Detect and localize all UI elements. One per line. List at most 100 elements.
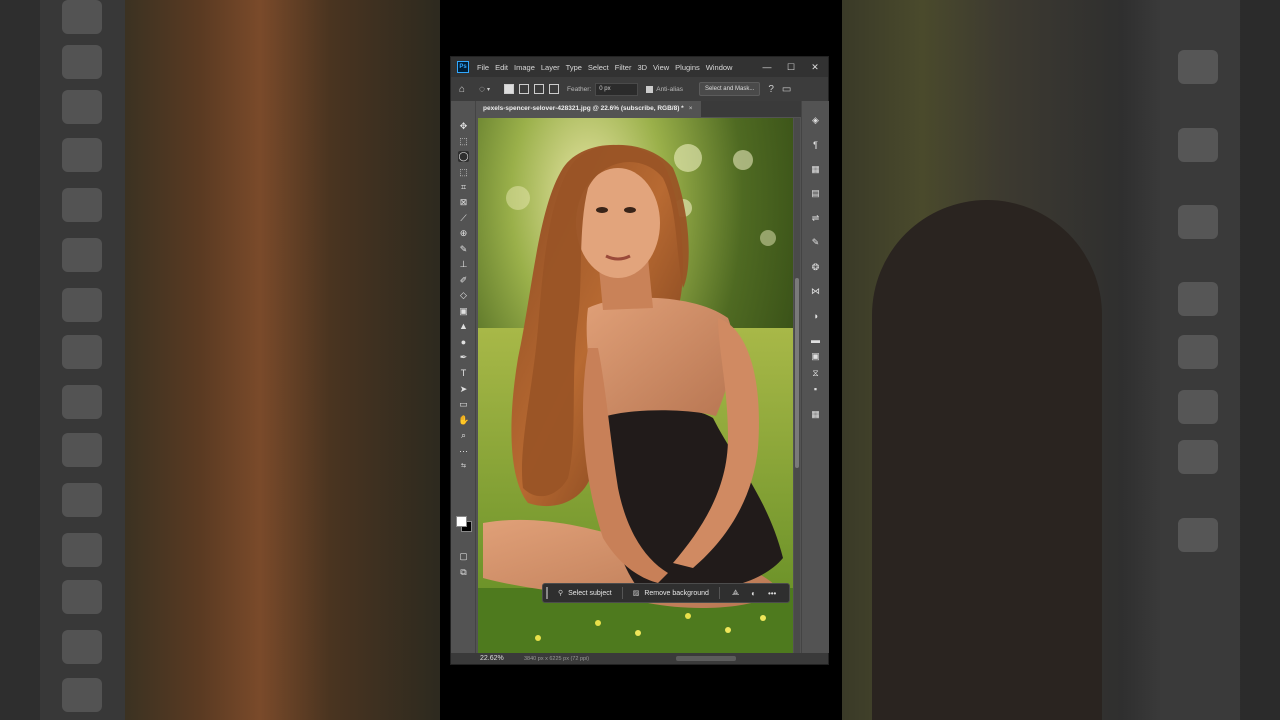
blur-tool-icon[interactable]: ▲ [458,321,469,332]
menu-3d[interactable]: 3D [637,63,647,72]
marquee-tool-icon[interactable]: ⬚ [458,136,469,147]
gradient-tool-icon[interactable]: ▣ [458,306,469,317]
backdrop-toolbar-zoomed [40,0,125,720]
maximize-button[interactable]: ☐ [784,62,798,73]
menu-view[interactable]: View [653,63,669,72]
comments-icon[interactable]: ▬ [810,335,821,346]
menu-select[interactable]: Select [588,63,609,72]
image-icon: ▨ [632,590,640,597]
color-palette-icon[interactable]: ❂ [810,262,821,273]
eyedropper-tool-icon[interactable]: ⟋ [458,213,469,224]
more-tools-icon[interactable]: ⋯ [458,446,469,457]
foreground-color-swatch[interactable] [456,516,467,527]
dodge-tool-icon[interactable]: ● [458,337,469,348]
lasso-icon[interactable]: ◌ [479,84,485,95]
document-dimensions: 3840 px x 6225 px (72 ppi) [524,655,590,662]
select-and-mask-button[interactable]: Select and Mask... [698,82,761,96]
photo-image [478,118,793,653]
tab-close-icon[interactable]: × [689,105,693,112]
layers-icon[interactable]: ◈ [810,115,821,126]
divider [718,587,720,599]
menu-image[interactable]: Image [514,63,535,72]
history-icon[interactable]: ⧖ [810,368,821,379]
vertical-scrollbar[interactable] [794,118,800,653]
zoom-level[interactable]: 22.62% [480,655,520,662]
menu-edit[interactable]: Edit [495,63,508,72]
menu-plugins[interactable]: Plugins [675,63,700,72]
backdrop-shoulder [872,200,1102,720]
anti-alias-label: Anti-alias [656,85,683,93]
drag-handle[interactable] [546,587,548,599]
remove-background-button[interactable]: ▨ Remove background [632,589,709,598]
adjustments-icon[interactable]: ⇌ [810,213,821,224]
more-options-button[interactable]: ••• [768,589,776,598]
minimize-button[interactable]: — [760,62,774,72]
document-canvas[interactable]: ⚲ Select subject ▨ Remove background ⟁ ◐ •… [478,118,793,653]
history-brush-tool-icon[interactable]: ✐ [458,275,469,286]
document-tab[interactable]: pexels-spencer-selover-428321.jpg @ 22.6… [475,101,701,117]
app-logo: Ps [457,61,469,73]
home-icon[interactable]: ⌂ [459,84,465,95]
clone-stamp-tool-icon[interactable]: ⊥ [458,259,469,270]
intersect-selection-mode-button[interactable] [549,84,560,94]
add-selection-mode-button[interactable] [519,84,530,94]
close-button[interactable]: ✕ [808,62,822,73]
rectangle-tool-icon[interactable]: ▭ [458,399,469,410]
path-selection-tool-icon[interactable]: ➤ [458,384,469,395]
type-tool-icon[interactable]: T [458,368,469,379]
status-bar: 22.62% 3840 px x 6225 px (72 ppi) [451,653,828,664]
tools-panel: ✥ ⬚ ◯ ⬚ ⌗ ⊠ ⟋ ⊕ ✎ ⊥ ✐ ◇ ▣ ▲ ● ✒ T ➤ ▭ ✋ … [451,101,476,653]
libraries-icon[interactable]: ▣ [810,351,821,362]
pen-tool-icon[interactable]: ✒ [458,352,469,363]
document-tab-bar: pexels-spencer-selover-428321.jpg @ 22.6… [475,101,828,117]
eraser-tool-icon[interactable]: ◇ [458,290,469,301]
person-icon: ⚲ [558,590,564,597]
brush-settings-icon[interactable]: ✎ [810,237,821,248]
menu-filter[interactable]: Filter [615,63,632,72]
select-subject-button[interactable]: ⚲ Select subject [558,589,612,598]
adjustment-icon[interactable]: ◐ [751,589,756,598]
grid-icon[interactable]: ▦ [810,409,821,420]
screen-mode-icon[interactable]: ⧉ [458,567,469,578]
healing-brush-tool-icon[interactable]: ⊕ [458,228,469,239]
remove-background-label: Remove background [644,589,709,597]
move-tool-icon[interactable]: ✥ [458,121,469,132]
window-controls: — ☐ ✕ [750,57,822,77]
help-icon[interactable]: ? [768,84,774,95]
horizontal-scrollbar-thumb[interactable] [676,656,736,661]
hand-tool-icon[interactable]: ✋ [458,415,469,426]
workspace-icon[interactable]: ▭ [782,84,791,95]
contrast-icon[interactable]: ◑ [810,311,821,322]
menu-file[interactable]: File [477,63,489,72]
lasso-tool-icon[interactable]: ◯ [458,151,469,162]
menu-type[interactable]: Type [566,63,582,72]
menu-window[interactable]: Window [706,63,733,72]
divider [621,587,623,599]
photoshop-window: Ps File Edit Image Layer Type Select Fil… [451,57,829,664]
gradients-icon[interactable]: ▤ [810,188,821,199]
transform-icon[interactable]: ⟁ [732,588,739,598]
subtract-selection-mode-button[interactable] [534,84,545,94]
select-subject-label: Select subject [568,589,612,597]
table-icon[interactable]: ▦ [810,164,821,175]
anti-alias-checkbox[interactable] [646,85,654,93]
feather-input[interactable]: 0 px [595,82,639,96]
paths-icon[interactable]: ⋈ [810,286,821,297]
menu-list: File Edit Image Layer Type Select Filter… [477,63,738,72]
contextual-task-bar: ⚲ Select subject ▨ Remove background ⟁ ◐ •… [542,583,790,603]
scrollbar-thumb[interactable] [795,278,799,468]
quick-mask-icon[interactable]: ▢ [458,551,469,562]
frame-tool-icon[interactable]: ⊠ [458,197,469,208]
channels-icon[interactable]: ▪ [810,384,821,395]
zoom-tool-icon[interactable]: ⌕ [458,430,469,441]
menu-layer[interactable]: Layer [541,63,560,72]
document-tab-title: pexels-spencer-selover-428321.jpg @ 22.6… [483,105,684,112]
chevron-down-icon[interactable]: ▾ [487,86,490,93]
crop-tool-icon[interactable]: ⌗ [458,182,469,193]
new-selection-mode-button[interactable] [504,84,515,94]
brush-tool-icon[interactable]: ✎ [458,244,469,255]
swap-colors-icon[interactable]: ⇆ [458,461,469,472]
paragraph-icon[interactable]: ¶ [810,140,821,151]
backdrop-panel-zoomed [1160,0,1240,720]
object-selection-tool-icon[interactable]: ⬚ [458,167,469,178]
